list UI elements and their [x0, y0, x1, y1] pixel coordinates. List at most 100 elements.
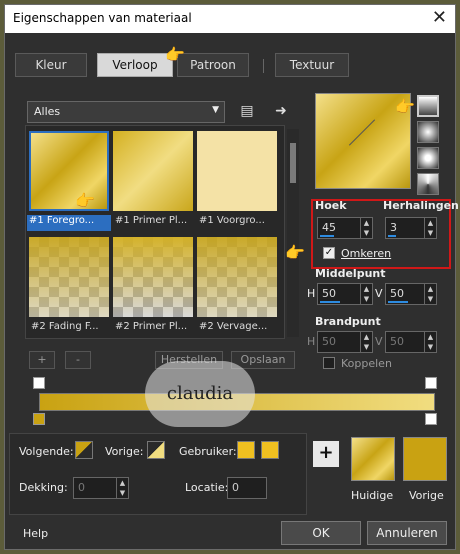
- center-h-slider[interactable]: [320, 301, 340, 303]
- stop-marker-top[interactable]: [33, 377, 45, 389]
- stop-marker-top[interactable]: [425, 377, 437, 389]
- tab-kleur[interactable]: Kleur: [15, 53, 87, 77]
- spin-arrows-icon[interactable]: ▲ ▼: [424, 218, 436, 238]
- gradient-label: #2 Primer Pl...: [115, 321, 188, 332]
- gradient-thumbnail[interactable]: [29, 131, 109, 211]
- gradient-thumbnail[interactable]: [113, 131, 193, 211]
- current-label: Huidige: [351, 489, 394, 502]
- opacity-value: 0: [78, 481, 85, 494]
- remove-gradient-button[interactable]: -: [65, 351, 91, 369]
- stop-marker-bottom[interactable]: [33, 413, 45, 425]
- chevron-down-icon: ▼: [212, 105, 219, 115]
- gradient-label: #1 Foregro...: [27, 215, 111, 231]
- close-icon[interactable]: ✕: [432, 7, 447, 28]
- gradient-thumbnail[interactable]: [197, 237, 277, 317]
- stop-marker-bottom[interactable]: [425, 413, 437, 425]
- watermark-text: claudia: [166, 383, 234, 404]
- material-properties-dialog: Eigenschappen van materiaal ✕ Kleur Verl…: [4, 4, 459, 550]
- radial-style-icon[interactable]: [417, 147, 439, 169]
- gradient-label: #2 Fading F...: [31, 321, 99, 332]
- previous-label: Vorige: [409, 489, 444, 502]
- arrow-right-icon[interactable]: ➜: [271, 101, 291, 121]
- user-color-swatch-2[interactable]: [261, 441, 279, 459]
- linear-style-icon[interactable]: [417, 95, 439, 117]
- center-v-field[interactable]: 50 ▲ ▼: [385, 283, 437, 305]
- focal-v-value: 50: [390, 335, 404, 348]
- user-label: Gebruiker:: [179, 445, 237, 458]
- angle-label: Hoek: [315, 199, 347, 212]
- prev-color-swatch[interactable]: [147, 441, 165, 459]
- tab-separator: [263, 59, 264, 73]
- angle-line: [348, 119, 376, 146]
- spin-arrows-icon[interactable]: ▲ ▼: [360, 332, 372, 352]
- spin-arrows-icon[interactable]: ▲ ▼: [424, 284, 436, 304]
- spin-arrows-icon[interactable]: ▲ ▼: [360, 218, 372, 238]
- invert-label: Omkeren: [341, 247, 392, 260]
- center-h-value: 50: [322, 287, 336, 300]
- opacity-label: Dekking:: [19, 481, 68, 494]
- tab-textuur[interactable]: Textuur: [275, 53, 349, 77]
- focal-h-label: H: [307, 335, 316, 348]
- next-color-swatch[interactable]: [75, 441, 93, 459]
- invert-checkbox[interactable]: ✓: [323, 247, 335, 259]
- rectangular-style-icon[interactable]: [417, 121, 439, 143]
- library-scrollbar[interactable]: [287, 129, 299, 337]
- focal-v-label: V: [375, 335, 383, 348]
- spin-arrows-icon[interactable]: ▲ ▼: [116, 478, 128, 498]
- focal-v-field[interactable]: 50 ▲ ▼: [385, 331, 437, 353]
- help-link[interactable]: Help: [23, 527, 48, 540]
- sunburst-style-icon[interactable]: [417, 173, 439, 195]
- spin-arrows-icon[interactable]: ▲ ▼: [424, 332, 436, 352]
- opacity-field[interactable]: 0 ▲ ▼: [73, 477, 129, 499]
- user-color-swatch[interactable]: [237, 441, 255, 459]
- repeats-label: Herhalingen: [383, 199, 459, 212]
- pointer-hand-icon: 👉: [285, 243, 305, 262]
- watermark-logo: claudia: [145, 361, 255, 427]
- add-to-swatches-button[interactable]: +: [313, 441, 339, 467]
- location-field[interactable]: 0: [227, 477, 267, 499]
- category-select[interactable]: Alles ▼: [27, 101, 225, 123]
- cancel-button[interactable]: Annuleren: [367, 521, 447, 545]
- center-v-value: 50: [390, 287, 404, 300]
- center-v-label: V: [375, 287, 383, 300]
- focal-label: Brandpunt: [315, 315, 381, 328]
- location-label: Locatie:: [185, 481, 229, 494]
- center-label: Middelpunt: [315, 267, 386, 280]
- prev-label: Vorige:: [105, 445, 144, 458]
- scrollbar-thumb[interactable]: [290, 143, 296, 183]
- tab-patroon[interactable]: Patroon: [177, 53, 249, 77]
- angle-value: 45: [322, 221, 336, 234]
- list-view-icon[interactable]: ▤: [237, 101, 257, 121]
- gradient-label: #2 Vervage...: [199, 321, 268, 332]
- focal-h-field[interactable]: 50 ▲ ▼: [317, 331, 373, 353]
- category-value: Alles: [34, 105, 61, 118]
- tab-verloop[interactable]: Verloop: [97, 53, 173, 77]
- add-gradient-button[interactable]: +: [29, 351, 55, 369]
- ok-button[interactable]: OK: [281, 521, 361, 545]
- center-h-field[interactable]: 50 ▲ ▼: [317, 283, 373, 305]
- center-h-label: H: [307, 287, 316, 300]
- repeats-field[interactable]: 3 ▲ ▼: [385, 217, 437, 239]
- angle-slider[interactable]: [320, 235, 334, 237]
- pointer-hand-icon: 👉: [75, 191, 95, 210]
- angle-field[interactable]: 45 ▲ ▼: [317, 217, 373, 239]
- pointer-hand-icon: 👉: [165, 45, 185, 64]
- location-value: 0: [232, 481, 239, 494]
- spin-arrows-icon[interactable]: ▲ ▼: [360, 284, 372, 304]
- center-v-slider[interactable]: [388, 301, 408, 303]
- window-title: Eigenschappen van materiaal: [13, 11, 192, 25]
- gradient-thumbnail[interactable]: [29, 237, 109, 317]
- gradient-thumbnail[interactable]: [113, 237, 193, 317]
- focal-h-value: 50: [322, 335, 336, 348]
- link-label: Koppelen: [341, 357, 392, 370]
- previous-swatch[interactable]: [403, 437, 447, 481]
- repeats-slider[interactable]: [388, 235, 396, 237]
- gradient-label: #1 Voorgro...: [199, 215, 265, 226]
- repeats-value: 3: [390, 221, 397, 234]
- title-bar: Eigenschappen van materiaal ✕: [5, 5, 455, 33]
- link-checkbox[interactable]: [323, 357, 335, 369]
- gradient-label: #1 Primer Pl...: [115, 215, 188, 226]
- pointer-hand-icon: 👉: [395, 97, 415, 116]
- current-swatch[interactable]: [351, 437, 395, 481]
- gradient-thumbnail[interactable]: [197, 131, 277, 211]
